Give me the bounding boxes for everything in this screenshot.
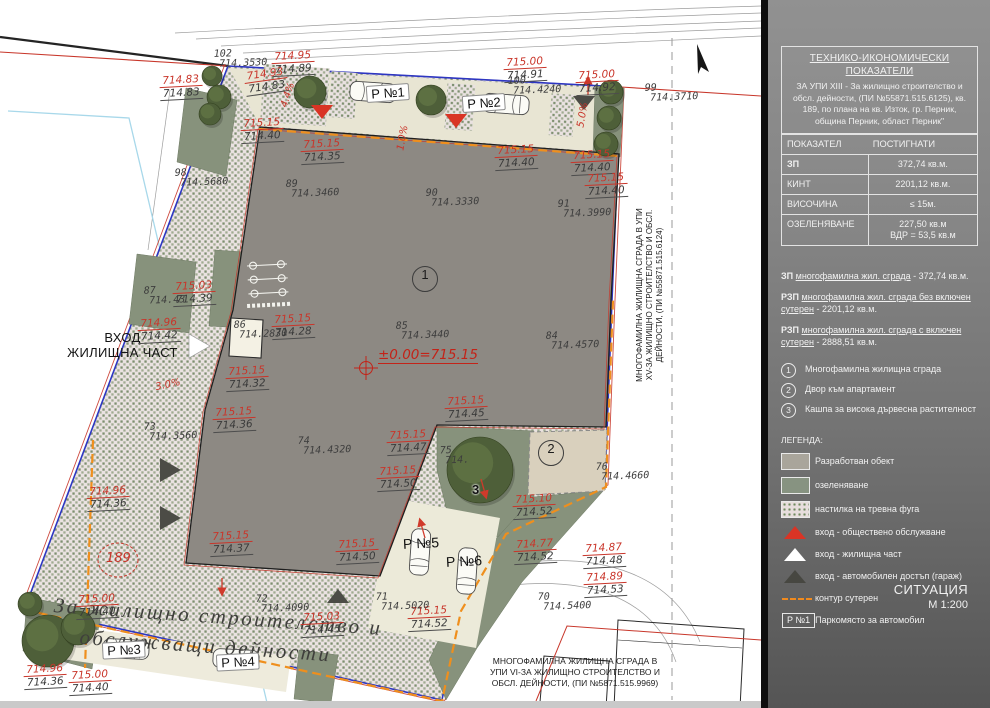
numbered-item-text: Многофамилна жилищна сграда bbox=[805, 364, 941, 376]
table-label-cell: ОЗЕЛЕНЯВАНЕ bbox=[782, 214, 868, 245]
legend-item-label: контур сутерен bbox=[815, 593, 878, 604]
table-label-cell: ВИСОЧИНА bbox=[782, 194, 868, 214]
table-value-cell: 372,74 кв.м. bbox=[868, 154, 977, 174]
legend-item-label: озеленяване bbox=[815, 480, 868, 491]
legend-item: вход - жилищна част bbox=[781, 547, 978, 562]
tree-crown-inner bbox=[20, 594, 35, 609]
numbered-item-text: Кашпа за висока дървесна растителност bbox=[805, 404, 976, 416]
situation-title: СИТУАЦИЯ bbox=[894, 582, 968, 597]
legend-swatch-wrap bbox=[781, 477, 815, 494]
indicators-title: ТЕХНИКО-ИКОНОМИЧЕСКИ ПОКАЗАТЕЛИ ЗА УПИ X… bbox=[782, 47, 977, 134]
tree-crown-inner bbox=[418, 87, 437, 106]
area-note: ЗП многофамилна жил. сграда - 372,74 кв.… bbox=[781, 270, 978, 282]
garage-entrance-icon bbox=[784, 570, 806, 583]
sheet-bottom-band bbox=[0, 701, 761, 708]
note-rest: - 372,74 кв.м. bbox=[911, 271, 969, 281]
public-entrance-icon bbox=[784, 526, 806, 539]
situation-scale: М 1:200 bbox=[894, 599, 968, 611]
tree-crown-inner bbox=[452, 442, 493, 483]
entrance-niche bbox=[229, 318, 263, 358]
neighbor-regulation-red bbox=[536, 626, 761, 701]
note-rest: - 2201,12 кв.м. bbox=[814, 304, 877, 314]
legend-item-label: вход - автомобилен достъп (гараж) bbox=[815, 571, 962, 582]
numbered-item: 3 Кашпа за висока дървесна растителност bbox=[781, 404, 978, 418]
courtyard bbox=[528, 430, 607, 495]
indicators-table: ТЕХНИКО-ИКОНОМИЧЕСКИ ПОКАЗАТЕЛИ ЗА УПИ X… bbox=[781, 46, 978, 246]
residential-entrance-icon bbox=[784, 548, 806, 561]
tree-crown-inner bbox=[201, 105, 215, 119]
numbered-item-circle: 1 bbox=[781, 363, 796, 378]
legend-sidebar: ТЕХНИКО-ИКОНОМИЧЕСКИ ПОКАЗАТЕЛИ ЗА УПИ X… bbox=[768, 0, 990, 708]
indicators-grid: ПОКАЗАТЕЛПОСТИГНАТИЗП372,74 кв.м.КИНТ220… bbox=[782, 134, 977, 245]
legend-swatch-wrap bbox=[781, 548, 815, 561]
tree-crown-inner bbox=[64, 614, 85, 635]
area-note: РЗП многофамилна жил. сграда с включен с… bbox=[781, 324, 978, 348]
tree-crown-inner bbox=[26, 619, 58, 651]
legend-swatch-wrap: Р №1 bbox=[781, 613, 815, 628]
tree-crown-inner bbox=[596, 134, 611, 149]
basement-contour-icon bbox=[782, 598, 812, 600]
legend-item: Разработван обект bbox=[781, 453, 978, 470]
legend-title: ЛЕГЕНДА: bbox=[781, 435, 978, 445]
tree-crown-inner bbox=[297, 79, 317, 99]
legend-swatch-wrap bbox=[781, 598, 815, 600]
numbered-item-circle: 3 bbox=[781, 403, 796, 418]
legend-item: вход - обществено обслужване bbox=[781, 525, 978, 540]
legend-item: настилка на тревна фуга bbox=[781, 501, 978, 518]
table-label-cell: ЗП bbox=[782, 154, 868, 174]
car-icon bbox=[213, 648, 260, 669]
legend-item-label: Разработван обект bbox=[815, 456, 894, 467]
note-underlined: многофамилна жил. сграда bbox=[796, 271, 911, 281]
north-arrow-icon bbox=[697, 44, 709, 74]
sheet-divider bbox=[761, 0, 768, 708]
legend-item: озеленяване bbox=[781, 477, 978, 494]
table-value-cell: 227,50 кв.м ВДР = 53,5 кв.м bbox=[868, 214, 977, 245]
tree-crown-inner bbox=[599, 108, 614, 123]
neighbor-buildings bbox=[540, 620, 744, 708]
area-note: РЗП многофамилна жил. сграда без включен… bbox=[781, 291, 978, 315]
tree-crown-inner bbox=[209, 87, 224, 102]
tree-crown-inner bbox=[601, 82, 616, 97]
note-abbr: РЗП bbox=[781, 292, 799, 302]
table-value-cell: ≤ 15м. bbox=[868, 194, 977, 214]
road-edge-line bbox=[0, 37, 228, 66]
car-icon bbox=[103, 638, 150, 659]
legend-item-label: вход - жилищна част bbox=[815, 549, 902, 560]
table-header-cell: ПОКАЗАТЕЛ bbox=[782, 134, 868, 154]
numbered-list: 1 Многофамилна жилищна сграда 2 Двор към ап… bbox=[781, 364, 978, 418]
legend-item-label: настилка на тревна фуга bbox=[815, 504, 919, 515]
legend-item: Р №1Паркомясто за автомобил bbox=[781, 613, 978, 628]
table-value-cell: 2201,12 кв.м. bbox=[868, 174, 977, 194]
site-plan-sheet: ВХОД ЖИЛИЩНА ЧАСТ За жилищно строителств… bbox=[0, 0, 990, 708]
note-rest: - 2888,51 кв.м. bbox=[814, 337, 877, 347]
area-notes: ЗП многофамилна жил. сграда - 372,74 кв.… bbox=[781, 270, 978, 348]
table-header-cell: ПОСТИГНАТИ bbox=[868, 134, 977, 154]
table-label-cell: КИНТ bbox=[782, 174, 868, 194]
legend-swatch-wrap bbox=[781, 501, 815, 518]
note-abbr: ЗП bbox=[781, 271, 793, 281]
greenery-swatch bbox=[781, 477, 810, 494]
car-icon bbox=[349, 81, 396, 103]
numbered-item: 1 Многофамилна жилищна сграда bbox=[781, 364, 978, 378]
tree-crown-inner bbox=[204, 68, 216, 80]
situation-block: СИТУАЦИЯ М 1:200 bbox=[894, 582, 968, 611]
car-icon bbox=[409, 528, 431, 575]
legend-swatch-wrap bbox=[781, 570, 815, 583]
legend-swatch-wrap bbox=[781, 526, 815, 539]
plan-drawing: ВХОД ЖИЛИЩНА ЧАСТ За жилищно строителств… bbox=[0, 0, 761, 708]
car-icon bbox=[456, 547, 478, 594]
car-icon bbox=[482, 93, 529, 115]
numbered-item-text: Двор към апартамент bbox=[805, 384, 896, 396]
plan-geometry bbox=[0, 0, 761, 708]
numbered-item: 2 Двор към апартамент bbox=[781, 384, 978, 398]
indicators-subtitle: ЗА УПИ XIII - За жилищно строителство и … bbox=[788, 81, 971, 127]
parking-badge-icon: Р №1 bbox=[782, 613, 815, 628]
grass-paving-swatch bbox=[781, 501, 810, 518]
developed-object-swatch bbox=[781, 453, 810, 470]
note-abbr: РЗП bbox=[781, 325, 799, 335]
numbered-item-circle: 2 bbox=[781, 383, 796, 398]
legend-item-label: вход - обществено обслужване bbox=[815, 527, 946, 538]
legend-item-label: Паркомясто за автомобил bbox=[815, 615, 925, 626]
legend-swatch-wrap bbox=[781, 453, 815, 470]
